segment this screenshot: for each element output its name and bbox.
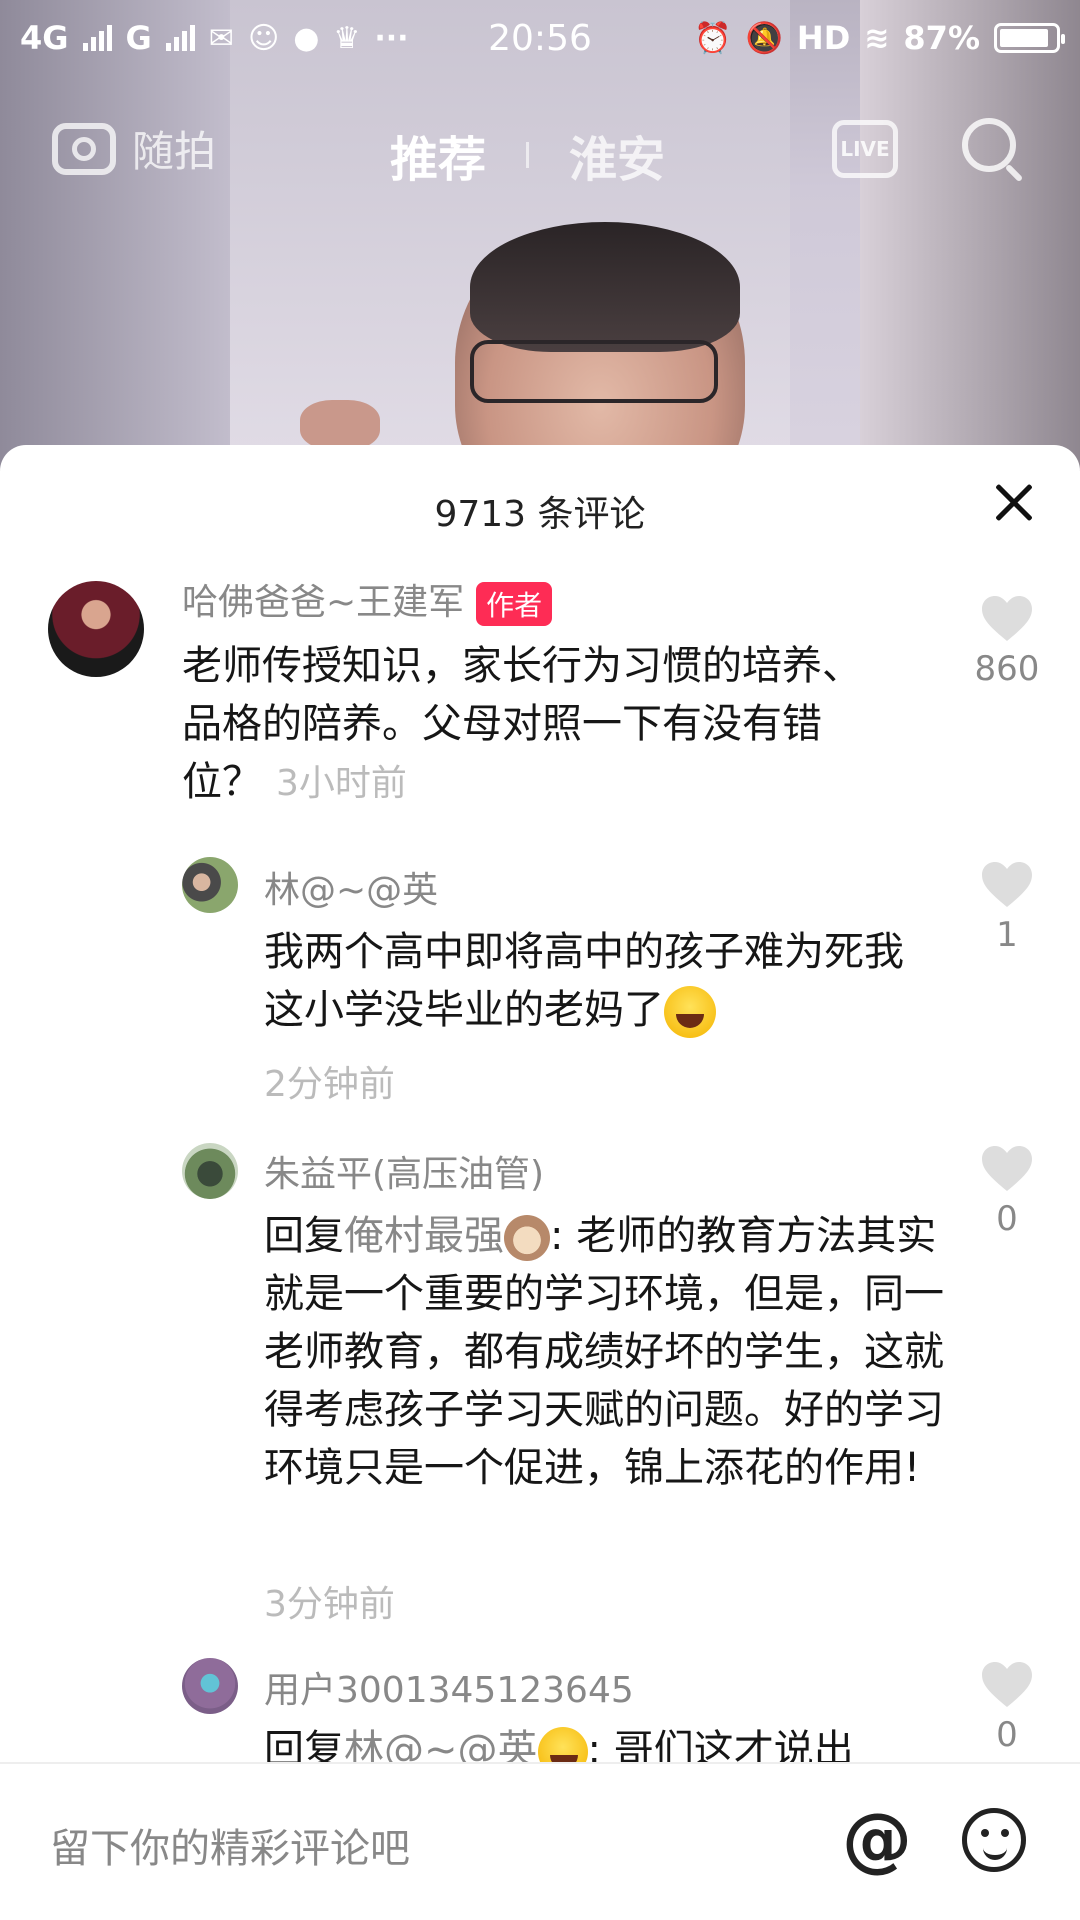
more-dots-icon: ··· xyxy=(374,20,409,56)
comment-body: 我两个高中即将高中的孩子难为死我这小学没毕业的老妈了 xyxy=(264,929,904,1033)
reply-prefix: 回复 xyxy=(264,1213,344,1259)
like-count: 860 xyxy=(974,649,1040,689)
heart-icon xyxy=(980,595,1034,643)
avatar[interactable] xyxy=(182,1143,238,1199)
like-button[interactable]: 0 xyxy=(977,1661,1037,1755)
battery-icon xyxy=(994,23,1065,53)
video-person-hair xyxy=(470,222,740,352)
mute-icon: 🔕 xyxy=(745,20,783,56)
comment-text[interactable]: 老师传授知识，家长行为习惯的培养、品格的陪养。父母对照一下有没有错位？ 3小时前 xyxy=(182,637,882,813)
avatar[interactable] xyxy=(182,857,238,913)
network-g-label: G xyxy=(125,19,152,57)
comment-time: 3分钟前 xyxy=(264,1584,395,1625)
search-icon[interactable] xyxy=(962,118,1016,172)
comment-input[interactable]: 留下你的精彩评论吧 xyxy=(50,1816,410,1874)
at-mention-icon[interactable]: @ xyxy=(842,1804,912,1874)
comment-time: 3小时前 xyxy=(276,763,407,804)
laughing-emoji-icon xyxy=(664,986,716,1038)
crown-icon: ♛ xyxy=(333,20,361,56)
avatar[interactable] xyxy=(182,1658,238,1714)
tab-divider xyxy=(526,142,530,168)
top-nav: 随拍 推荐 淮安 LIVE xyxy=(0,100,1080,200)
like-count: 0 xyxy=(996,1715,1018,1755)
comment-text[interactable]: 我两个高中即将高中的孩子难为死我这小学没毕业的老妈了 xyxy=(264,923,904,1039)
heart-icon xyxy=(980,1661,1034,1709)
planet-icon: ● xyxy=(293,20,320,56)
status-left: 4G G ✉ ☺ ● ♛ ··· xyxy=(20,19,488,57)
feed-tabs: 推荐 淮安 xyxy=(390,120,665,190)
camera-button[interactable]: 随拍 xyxy=(52,118,216,179)
signal-icon xyxy=(82,25,112,51)
signal-icon-2 xyxy=(165,25,195,51)
video-hand xyxy=(300,400,380,450)
wifi-icon: ≋ xyxy=(864,20,890,56)
comment-text[interactable]: 回复俺村最强: 老师的教育方法其实就是一个重要的学习环境，但是，同一老师教育，都… xyxy=(264,1207,944,1497)
like-button[interactable]: 0 xyxy=(977,1145,1037,1239)
monkey-emoji-icon xyxy=(504,1215,550,1261)
live-icon[interactable]: LIVE xyxy=(832,120,898,178)
network-4g-label: 4G xyxy=(20,19,69,57)
status-time: 20:56 xyxy=(488,17,592,59)
comment-input-bar: 留下你的精彩评论吧 @ xyxy=(0,1762,1080,1920)
comment-item: 哈佛爸爸~王建军 作者 老师传授知识，家长行为习惯的培养、品格的陪养。父母对照一下… xyxy=(0,445,1080,805)
comment-username[interactable]: 朱益平(高压油管) xyxy=(264,1145,544,1197)
comment-username[interactable]: 用户3001345123645 xyxy=(264,1661,634,1713)
mail-icon: ✉ xyxy=(208,20,234,56)
comment-username[interactable]: 哈佛爸爸~王建军 作者 xyxy=(182,573,553,626)
live-label: LIVE xyxy=(840,137,890,161)
tab-recommend[interactable]: 推荐 xyxy=(390,120,486,190)
like-count: 1 xyxy=(996,915,1018,955)
username-text: 哈佛爸爸~王建军 xyxy=(182,582,465,623)
comment-time: 2分钟前 xyxy=(264,1064,395,1105)
like-count: 0 xyxy=(996,1199,1018,1239)
camera-label: 随拍 xyxy=(132,127,217,176)
camera-icon xyxy=(52,122,116,175)
author-badge: 作者 xyxy=(476,582,553,626)
alarm-icon: ⏰ xyxy=(694,20,732,56)
like-button[interactable]: 1 xyxy=(977,861,1037,955)
hd-label: HD xyxy=(796,19,851,57)
status-right: ⏰ 🔕 HD ≋ 87% xyxy=(592,19,1065,57)
heart-icon xyxy=(980,861,1034,909)
heart-icon xyxy=(980,1145,1034,1193)
comment-username[interactable]: 林@~@英 xyxy=(264,861,438,913)
battery-percent: 87% xyxy=(903,19,980,57)
status-bar: 4G G ✉ ☺ ● ♛ ··· 20:56 ⏰ 🔕 HD ≋ 87% xyxy=(0,0,1080,76)
emoji-picker-icon[interactable] xyxy=(962,1808,1026,1872)
qq-icon: ☺ xyxy=(247,20,280,56)
tab-local[interactable]: 淮安 xyxy=(569,120,665,190)
reply-target-username[interactable]: 俺村最强 xyxy=(344,1213,504,1259)
avatar[interactable] xyxy=(48,581,144,677)
video-person-glasses xyxy=(470,340,718,403)
comments-sheet: 9713 条评论 哈佛爸爸~王建军 作者 老师传授知识，家长行为习惯的培养、品格的… xyxy=(0,445,1080,1920)
like-button[interactable]: 860 xyxy=(975,595,1039,689)
